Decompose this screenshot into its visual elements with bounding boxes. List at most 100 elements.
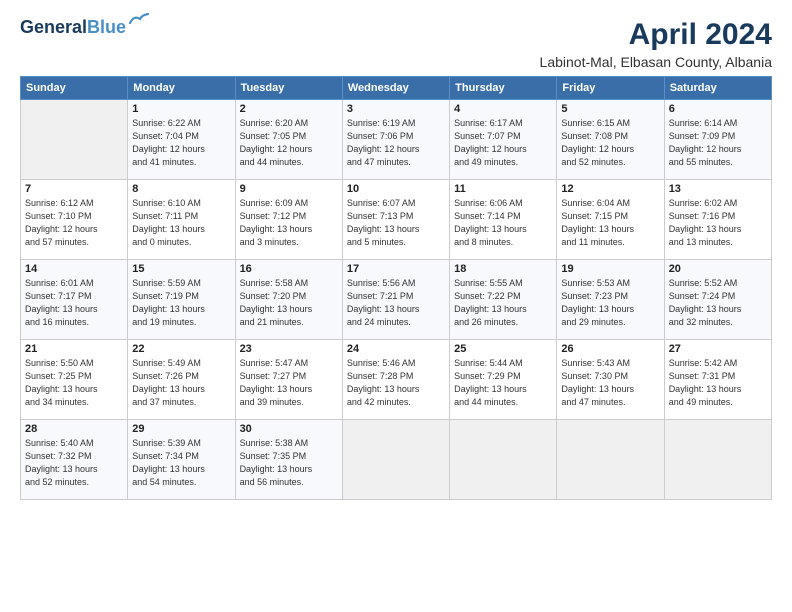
logo-text: GeneralBlue [20,18,126,38]
calendar-table: SundayMondayTuesdayWednesdayThursdayFrid… [20,76,772,500]
calendar-cell: 11 Sunrise: 6:06 AM Sunset: 7:14 PM Dayli… [450,180,557,260]
calendar-cell: 23 Sunrise: 5:47 AM Sunset: 7:27 PM Dayli… [235,340,342,420]
day-number: 13 [669,183,767,195]
calendar-cell: 19 Sunrise: 5:53 AM Sunset: 7:23 PM Dayli… [557,260,664,340]
day-info: Sunrise: 5:53 AM Sunset: 7:23 PM Dayligh… [561,277,659,329]
calendar-body: 1 Sunrise: 6:22 AM Sunset: 7:04 PM Daylig… [21,100,772,500]
day-number: 23 [240,343,338,355]
day-info: Sunrise: 5:58 AM Sunset: 7:20 PM Dayligh… [240,277,338,329]
calendar-cell: 25Sunrise: 5:44 AM Sunset: 7:29 PM Dayli… [450,340,557,420]
day-number: 12 [561,183,659,195]
day-number: 24 [347,343,445,355]
title-block: April 2024 Labinot-Mal, Elbasan County, … [540,18,772,70]
calendar-cell: 10Sunrise: 6:07 AM Sunset: 7:13 PM Dayli… [342,180,449,260]
calendar-cell: 3 Sunrise: 6:19 AM Sunset: 7:06 PM Daylig… [342,100,449,180]
day-info: Sunrise: 6:09 AM Sunset: 7:12 PM Dayligh… [240,197,338,249]
day-number: 3 [347,103,445,115]
calendar-cell [664,420,771,500]
calendar-cell: 30 Sunrise: 5:38 AM Sunset: 7:35 PM Dayli… [235,420,342,500]
day-number: 21 [25,343,123,355]
day-info: Sunrise: 5:59 AM Sunset: 7:19 PM Dayligh… [132,277,230,329]
day-number: 1 [132,103,230,115]
day-number: 7 [25,183,123,195]
day-info: Sunrise: 5:38 AM Sunset: 7:35 PM Dayligh… [240,437,338,489]
day-info: Sunrise: 5:56 AM Sunset: 7:21 PM Dayligh… [347,277,445,329]
week-row-1: 1 Sunrise: 6:22 AM Sunset: 7:04 PM Daylig… [21,100,772,180]
day-info: Sunrise: 5:47 AM Sunset: 7:27 PM Dayligh… [240,357,338,409]
location-title: Labinot-Mal, Elbasan County, Albania [540,54,772,70]
day-info: Sunrise: 5:44 AM Sunset: 7:29 PM Dayligh… [454,357,552,409]
day-info: Sunrise: 6:20 AM Sunset: 7:05 PM Dayligh… [240,117,338,169]
calendar-cell: 6Sunrise: 6:14 AM Sunset: 7:09 PM Daylig… [664,100,771,180]
calendar-cell: 29 Sunrise: 5:39 AM Sunset: 7:34 PM Dayli… [128,420,235,500]
day-number: 22 [132,343,230,355]
calendar-cell [450,420,557,500]
day-number: 27 [669,343,767,355]
logo-bird-icon [128,13,150,34]
day-number: 5 [561,103,659,115]
calendar-cell: 18 Sunrise: 5:55 AM Sunset: 7:22 PM Dayli… [450,260,557,340]
calendar-cell: 28 Sunrise: 5:40 AM Sunset: 7:32 PM Dayli… [21,420,128,500]
day-header-thursday: Thursday [450,77,557,100]
day-header-wednesday: Wednesday [342,77,449,100]
day-number: 20 [669,263,767,275]
day-info: Sunrise: 5:49 AM Sunset: 7:26 PM Dayligh… [132,357,230,409]
calendar-cell: 26Sunrise: 5:43 AM Sunset: 7:30 PM Dayli… [557,340,664,420]
calendar-cell: 14 Sunrise: 6:01 AM Sunset: 7:17 PM Dayli… [21,260,128,340]
day-number: 30 [240,423,338,435]
day-header-tuesday: Tuesday [235,77,342,100]
day-info: Sunrise: 5:50 AM Sunset: 7:25 PM Dayligh… [25,357,123,409]
day-number: 18 [454,263,552,275]
day-number: 6 [669,103,767,115]
day-info: Sunrise: 5:40 AM Sunset: 7:32 PM Dayligh… [25,437,123,489]
calendar-cell: 13 Sunrise: 6:02 AM Sunset: 7:16 PM Dayli… [664,180,771,260]
calendar-cell: 24 Sunrise: 5:46 AM Sunset: 7:28 PM Dayli… [342,340,449,420]
calendar-cell: 5 Sunrise: 6:15 AM Sunset: 7:08 PM Daylig… [557,100,664,180]
day-number: 29 [132,423,230,435]
calendar-cell: 2Sunrise: 6:20 AM Sunset: 7:05 PM Daylig… [235,100,342,180]
day-header-friday: Friday [557,77,664,100]
day-info: Sunrise: 6:19 AM Sunset: 7:06 PM Dayligh… [347,117,445,169]
days-header-row: SundayMondayTuesdayWednesdayThursdayFrid… [21,77,772,100]
day-number: 16 [240,263,338,275]
calendar-cell [557,420,664,500]
day-header-monday: Monday [128,77,235,100]
calendar-cell [21,100,128,180]
day-number: 28 [25,423,123,435]
calendar-cell: 22 Sunrise: 5:49 AM Sunset: 7:26 PM Dayli… [128,340,235,420]
calendar-header: SundayMondayTuesdayWednesdayThursdayFrid… [21,77,772,100]
day-number: 17 [347,263,445,275]
day-info: Sunrise: 5:55 AM Sunset: 7:22 PM Dayligh… [454,277,552,329]
day-number: 8 [132,183,230,195]
day-info: Sunrise: 5:46 AM Sunset: 7:28 PM Dayligh… [347,357,445,409]
day-number: 19 [561,263,659,275]
day-info: Sunrise: 6:01 AM Sunset: 7:17 PM Dayligh… [25,277,123,329]
calendar-page: GeneralBlue April 2024 Labinot-Mal, Elba… [0,0,792,612]
calendar-cell: 21 Sunrise: 5:50 AM Sunset: 7:25 PM Dayli… [21,340,128,420]
calendar-cell: 12Sunrise: 6:04 AM Sunset: 7:15 PM Dayli… [557,180,664,260]
day-info: Sunrise: 6:06 AM Sunset: 7:14 PM Dayligh… [454,197,552,249]
calendar-cell: 20 Sunrise: 5:52 AM Sunset: 7:24 PM Dayli… [664,260,771,340]
day-info: Sunrise: 5:52 AM Sunset: 7:24 PM Dayligh… [669,277,767,329]
week-row-5: 28 Sunrise: 5:40 AM Sunset: 7:32 PM Dayli… [21,420,772,500]
day-number: 9 [240,183,338,195]
day-header-sunday: Sunday [21,77,128,100]
day-number: 11 [454,183,552,195]
header: GeneralBlue April 2024 Labinot-Mal, Elba… [20,18,772,70]
day-number: 14 [25,263,123,275]
day-info: Sunrise: 6:02 AM Sunset: 7:16 PM Dayligh… [669,197,767,249]
calendar-cell: 7 Sunrise: 6:12 AM Sunset: 7:10 PM Daylig… [21,180,128,260]
logo: GeneralBlue [20,18,150,38]
day-number: 26 [561,343,659,355]
day-info: Sunrise: 5:39 AM Sunset: 7:34 PM Dayligh… [132,437,230,489]
day-info: Sunrise: 6:12 AM Sunset: 7:10 PM Dayligh… [25,197,123,249]
week-row-4: 21 Sunrise: 5:50 AM Sunset: 7:25 PM Dayli… [21,340,772,420]
calendar-cell: 27Sunrise: 5:42 AM Sunset: 7:31 PM Dayli… [664,340,771,420]
calendar-cell: 15Sunrise: 5:59 AM Sunset: 7:19 PM Dayli… [128,260,235,340]
day-info: Sunrise: 6:15 AM Sunset: 7:08 PM Dayligh… [561,117,659,169]
day-number: 4 [454,103,552,115]
month-title: April 2024 [540,18,772,52]
calendar-cell: 16 Sunrise: 5:58 AM Sunset: 7:20 PM Dayli… [235,260,342,340]
calendar-cell: 8Sunrise: 6:10 AM Sunset: 7:11 PM Daylig… [128,180,235,260]
day-info: Sunrise: 6:22 AM Sunset: 7:04 PM Dayligh… [132,117,230,169]
